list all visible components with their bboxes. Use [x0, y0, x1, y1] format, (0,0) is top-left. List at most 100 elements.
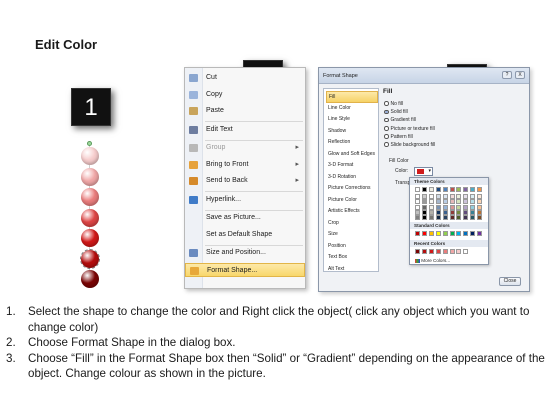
- theme-color-swatch[interactable]: [415, 199, 420, 205]
- menu-item-cut[interactable]: Cut: [185, 71, 305, 85]
- theme-color-swatch[interactable]: [421, 204, 427, 210]
- recent-color-swatch[interactable]: [456, 249, 462, 254]
- standard-color-swatch[interactable]: [463, 231, 469, 236]
- theme-color-swatch[interactable]: [421, 187, 427, 192]
- shape-circle[interactable]: [81, 188, 99, 206]
- theme-color-swatch[interactable]: [470, 187, 476, 192]
- recent-color-swatch[interactable]: [428, 249, 434, 254]
- theme-color-swatch[interactable]: [428, 209, 434, 215]
- theme-color-swatch[interactable]: [442, 187, 448, 192]
- theme-color-swatch[interactable]: [428, 215, 434, 221]
- theme-color-swatch[interactable]: [463, 194, 469, 199]
- theme-color-swatch[interactable]: [456, 215, 462, 221]
- category-line-style[interactable]: Line Style: [326, 114, 378, 126]
- category-position[interactable]: Position: [326, 241, 378, 253]
- category-crop[interactable]: Crop: [326, 218, 378, 230]
- category-glow-and-soft-edges[interactable]: Glow and Soft Edges: [326, 149, 378, 161]
- category-line-color[interactable]: Line Color: [326, 103, 378, 115]
- theme-color-swatch[interactable]: [428, 199, 434, 205]
- fill-option-pattern-fill[interactable]: Pattern fill: [384, 133, 413, 141]
- standard-color-swatch[interactable]: [449, 231, 455, 236]
- theme-color-swatch[interactable]: [477, 215, 483, 221]
- theme-color-swatch[interactable]: [415, 209, 420, 215]
- theme-color-swatch[interactable]: [435, 209, 441, 215]
- shape-circle[interactable]: [81, 229, 99, 247]
- category-text-box[interactable]: Text Box: [326, 252, 378, 264]
- theme-color-swatch[interactable]: [456, 194, 462, 199]
- theme-color-swatch[interactable]: [435, 204, 441, 210]
- menu-item-size-and-position[interactable]: Size and Position...: [185, 246, 305, 260]
- radio-button[interactable]: [384, 126, 389, 131]
- theme-color-swatch[interactable]: [477, 187, 483, 192]
- category-picture-color[interactable]: Picture Color: [326, 195, 378, 207]
- theme-color-swatch[interactable]: [442, 209, 448, 215]
- shape-circle[interactable]: [80, 248, 100, 269]
- theme-color-swatch[interactable]: [442, 204, 448, 210]
- menu-item-set-as-default-shape[interactable]: Set as Default Shape: [185, 228, 305, 242]
- radio-button[interactable]: [384, 101, 389, 106]
- theme-color-swatch[interactable]: [463, 209, 469, 215]
- standard-color-swatch[interactable]: [435, 231, 441, 236]
- theme-color-swatch[interactable]: [470, 194, 476, 199]
- theme-color-swatch[interactable]: [463, 204, 469, 210]
- category-3-d-format[interactable]: 3-D Format: [326, 160, 378, 172]
- menu-item-edit-text[interactable]: Edit Text: [185, 123, 305, 137]
- category-picture-corrections[interactable]: Picture Corrections: [326, 183, 378, 195]
- theme-color-swatch[interactable]: [477, 199, 483, 205]
- theme-color-swatch[interactable]: [415, 215, 420, 221]
- menu-item-hyperlink[interactable]: Hyperlink...: [185, 193, 305, 207]
- theme-color-swatch[interactable]: [449, 199, 455, 205]
- rotation-handle[interactable]: [87, 141, 92, 146]
- theme-color-swatch[interactable]: [415, 204, 420, 210]
- theme-color-swatch[interactable]: [477, 194, 483, 199]
- theme-color-swatch[interactable]: [428, 194, 434, 199]
- theme-color-swatch[interactable]: [442, 199, 448, 205]
- standard-color-swatch[interactable]: [456, 231, 462, 236]
- menu-item-copy[interactable]: Copy: [185, 88, 305, 102]
- category-shadow[interactable]: Shadow: [326, 126, 378, 138]
- theme-color-swatch[interactable]: [463, 215, 469, 221]
- recent-color-swatch[interactable]: [463, 249, 469, 254]
- theme-color-swatch[interactable]: [456, 204, 462, 210]
- fill-option-solid-fill[interactable]: Solid fill: [384, 108, 408, 116]
- recent-color-swatch[interactable]: [442, 249, 448, 254]
- theme-color-swatch[interactable]: [415, 194, 420, 199]
- fill-option-no-fill[interactable]: No fill: [384, 100, 403, 108]
- close-button[interactable]: Close: [499, 277, 521, 286]
- theme-color-swatch[interactable]: [463, 199, 469, 205]
- recent-color-swatch[interactable]: [435, 249, 441, 254]
- theme-color-swatch[interactable]: [421, 209, 427, 215]
- category-reflection[interactable]: Reflection: [326, 137, 378, 149]
- standard-color-swatch[interactable]: [442, 231, 448, 236]
- fill-option-slide-background-fill[interactable]: Slide background fill: [384, 141, 435, 149]
- category-alt-text[interactable]: Alt Text: [326, 264, 378, 276]
- theme-color-swatch[interactable]: [470, 204, 476, 210]
- shape-circle[interactable]: [81, 208, 99, 227]
- theme-color-swatch[interactable]: [470, 209, 476, 215]
- menu-item-save-as-picture[interactable]: Save as Picture...: [185, 211, 305, 225]
- recent-color-swatch[interactable]: [421, 249, 427, 254]
- theme-color-swatch[interactable]: [428, 204, 434, 210]
- standard-color-swatch[interactable]: [428, 231, 434, 236]
- help-button[interactable]: ?: [502, 71, 512, 79]
- fill-option-gradient-fill[interactable]: Gradient fill: [384, 116, 416, 124]
- theme-color-swatch[interactable]: [470, 199, 476, 205]
- category-size[interactable]: Size: [326, 229, 378, 241]
- category-fill[interactable]: Fill: [326, 91, 378, 103]
- radio-button[interactable]: [384, 109, 389, 115]
- theme-color-swatch[interactable]: [421, 215, 427, 221]
- fill-option-picture-or-texture-fill[interactable]: Picture or texture fill: [384, 125, 435, 133]
- theme-color-swatch[interactable]: [449, 187, 455, 192]
- radio-button[interactable]: [384, 142, 389, 147]
- theme-color-swatch[interactable]: [435, 215, 441, 221]
- theme-color-swatch[interactable]: [435, 194, 441, 199]
- category-artistic-effects[interactable]: Artistic Effects: [326, 206, 378, 218]
- theme-color-swatch[interactable]: [470, 215, 476, 221]
- category-3-d-rotation[interactable]: 3-D Rotation: [326, 172, 378, 184]
- radio-button[interactable]: [384, 117, 389, 123]
- standard-color-swatch[interactable]: [415, 231, 420, 236]
- close-icon[interactable]: X: [515, 71, 525, 79]
- theme-color-swatch[interactable]: [421, 194, 427, 199]
- menu-item-bring-to-front[interactable]: Bring to Front ▸: [185, 158, 305, 172]
- theme-color-swatch[interactable]: [477, 209, 483, 215]
